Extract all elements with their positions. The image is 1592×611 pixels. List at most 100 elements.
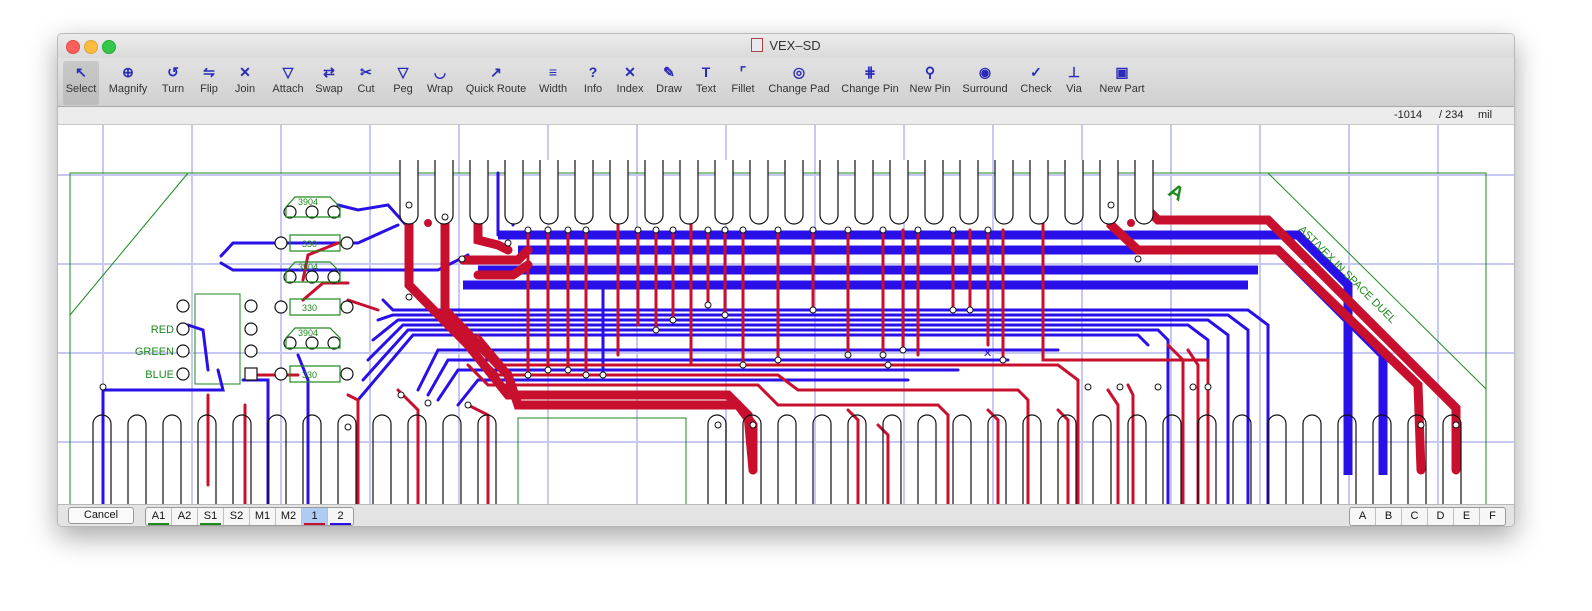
unit-readout: mil [1478, 109, 1493, 121]
change-pad-icon: ◎ [792, 64, 806, 80]
fiducial-markers [424, 219, 1135, 227]
tool-change-pad[interactable]: ◎ Change Pad [766, 61, 832, 105]
magnify-icon: ⊕ [122, 64, 134, 80]
tool-text[interactable]: T Text [692, 61, 720, 105]
tool-join[interactable]: ✕ Join [232, 61, 258, 105]
draw-icon: ✎ [663, 64, 675, 80]
cursor-x-readout: -1014 [1394, 109, 1423, 121]
layer-label: 1 [311, 510, 318, 522]
join-icon: ✕ [239, 64, 251, 80]
tool-magnify[interactable]: ⊕ Magnify [106, 61, 150, 105]
grid-d[interactable]: D [1428, 508, 1454, 525]
top-edge-connector [399, 160, 1154, 225]
tool-label: New Part [1099, 83, 1145, 95]
tool-width[interactable]: ≡ Width [535, 61, 571, 105]
layer-label: M2 [280, 510, 297, 522]
quick-route-icon: ↗ [490, 64, 502, 80]
tool-new-part[interactable]: ▣ New Part [1096, 61, 1148, 105]
tool-label: Info [583, 83, 603, 95]
grid-f[interactable]: F [1480, 508, 1505, 525]
fillet-icon: ⌜ [739, 64, 747, 80]
tool-change-pin[interactable]: ⋕ Change Pin [838, 61, 902, 105]
text-icon: T [701, 64, 711, 80]
bottom-bar: Cancel A1 A2 S1 S2 M1 M2 1 2 A B C D E F [58, 504, 1514, 526]
bottom-layer-buses [463, 230, 1388, 475]
layer-s2[interactable]: S2 [224, 508, 250, 525]
grid-selector: A B C D E F [1349, 507, 1506, 526]
tool-check[interactable]: ✓ Check [1019, 61, 1053, 105]
layer-a2[interactable]: A2 [172, 508, 198, 525]
layer-selector: A1 A2 S1 S2 M1 M2 1 2 [145, 507, 354, 526]
tool-label: Turn [161, 83, 185, 95]
tool-surround[interactable]: ◉ Surround [959, 61, 1011, 105]
tool-info[interactable]: ? Info [580, 61, 606, 105]
wrap-icon: ◡ [433, 64, 447, 80]
tool-label: New Pin [909, 83, 951, 95]
transistor-label: 3904 [298, 328, 318, 338]
flip-icon: ⇋ [203, 64, 215, 80]
tool-turn[interactable]: ↺ Turn [158, 61, 188, 105]
corner-letter: A [1164, 180, 1188, 206]
layer-label: M1 [254, 510, 271, 522]
layer-label: 2 [337, 510, 344, 522]
tool-flip[interactable]: ⇋ Flip [196, 61, 222, 105]
tool-label: Change Pin [841, 83, 899, 95]
tool-label: Draw [656, 83, 682, 95]
layer-a1[interactable]: A1 [146, 508, 172, 525]
tool-select[interactable]: ↖ Select [63, 61, 99, 105]
grid-a[interactable]: A [1350, 508, 1376, 525]
layer-color-bar [148, 523, 169, 525]
toolbar: ↖ Select ⊕ Magnify ↺ Turn ⇋ Flip ✕ Join ▽ Atta… [58, 58, 1514, 107]
tool-quick-route[interactable]: ↗ Quick Route [463, 61, 529, 105]
tool-label: Cut [357, 83, 375, 95]
tool-cut[interactable]: ✂ Cut [354, 61, 378, 105]
tool-index[interactable]: ✕ Index [614, 61, 646, 105]
new-pin-icon: ⚲ [924, 64, 936, 80]
layer-s1[interactable]: S1 [198, 508, 224, 525]
tool-label: Swap [315, 83, 343, 95]
pcb-canvas[interactable]: 3904 330 3904 330 3904 330 RED GREEN BLU… [58, 125, 1514, 522]
tool-label: Change Pad [768, 83, 830, 95]
layer-m2[interactable]: M2 [276, 508, 302, 525]
width-icon: ≡ [548, 64, 558, 80]
transistor-label: 3904 [298, 262, 318, 272]
attach-icon: ▽ [282, 64, 294, 80]
pcb-layout-drawing[interactable]: 3904 330 3904 330 3904 330 RED GREEN BLU… [58, 125, 1514, 522]
tool-draw[interactable]: ✎ Draw [654, 61, 684, 105]
new-part-icon: ▣ [1115, 64, 1129, 80]
cancel-button[interactable]: Cancel [68, 507, 134, 524]
layer-1[interactable]: 1 [302, 508, 328, 525]
layer-label: A2 [177, 510, 192, 522]
window-title-text: VEX–SD [769, 38, 821, 53]
turn-icon: ↺ [167, 64, 179, 80]
app-window: VEX–SD ↖ Select ⊕ Magnify ↺ Turn ⇋ Flip ✕ Joi… [57, 33, 1515, 527]
layer-2[interactable]: 2 [328, 508, 353, 525]
change-pin-icon: ⋕ [864, 64, 876, 80]
tool-label: Check [1020, 83, 1052, 95]
tool-peg[interactable]: ▽ Peg [391, 61, 415, 105]
grid-e[interactable]: E [1454, 508, 1480, 525]
tool-label: Index [616, 83, 644, 95]
coordinate-bar: -1014 / 234 mil [58, 107, 1514, 125]
green-label: GREEN [135, 346, 174, 358]
tool-attach[interactable]: ▽ Attach [268, 61, 308, 105]
tool-label: Wrap [426, 83, 454, 95]
index-icon: ✕ [624, 64, 636, 80]
tool-label: Quick Route [465, 83, 527, 95]
tool-swap[interactable]: ⇄ Swap [314, 61, 344, 105]
tool-fillet[interactable]: ⌜ Fillet [727, 61, 759, 105]
grid-b[interactable]: B [1376, 508, 1402, 525]
tool-label: Flip [200, 83, 218, 95]
tool-label: Surround [962, 83, 1008, 95]
cursor-y-readout: / 234 [1439, 109, 1464, 121]
tool-new-pin[interactable]: ⚲ New Pin [908, 61, 952, 105]
info-icon: ? [588, 64, 598, 80]
cut-icon: ✂ [360, 64, 372, 80]
grid-c[interactable]: C [1402, 508, 1428, 525]
tool-label: Width [538, 83, 568, 95]
tool-wrap[interactable]: ◡ Wrap [425, 61, 455, 105]
tool-via[interactable]: ⊥ Via [1061, 61, 1087, 105]
layer-color-bar [200, 523, 221, 525]
swap-icon: ⇄ [323, 64, 335, 80]
layer-m1[interactable]: M1 [250, 508, 276, 525]
